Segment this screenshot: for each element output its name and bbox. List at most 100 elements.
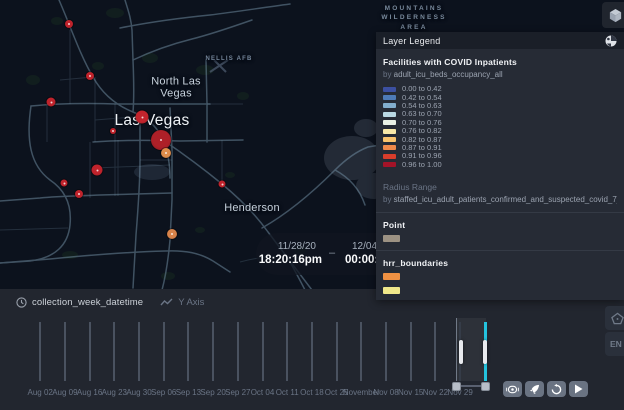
- animation-reset-button[interactable]: [547, 381, 566, 397]
- histogram-bar: [89, 322, 91, 381]
- rocket-icon: [529, 384, 540, 395]
- bin-swatch: [383, 129, 396, 134]
- window-start-handle[interactable]: [452, 382, 461, 391]
- by-label: by: [383, 70, 394, 79]
- bin-swatch: [383, 120, 396, 125]
- radius-range-attribute: by staffed_icu_adult_patients_confirmed_…: [383, 195, 617, 204]
- bin-swatch: [383, 112, 396, 117]
- facility-point[interactable]: [167, 229, 177, 239]
- map-label-las-vegas: Las Vegas: [114, 112, 189, 130]
- layer-legend-title: Layer Legend: [383, 36, 440, 46]
- facility-point[interactable]: [75, 190, 83, 198]
- facility-point[interactable]: [47, 98, 56, 107]
- facility-point[interactable]: [151, 130, 171, 150]
- histogram-bar: [410, 322, 412, 381]
- bin-label: 0.00 to 0.42: [402, 85, 442, 93]
- globe-icon[interactable]: [605, 35, 617, 47]
- axis-tick-label: Nov 22: [423, 388, 448, 397]
- hrr-boundaries-swatch-2: [383, 287, 400, 294]
- attribute-name: adult_icu_beds_occupancy_all: [394, 70, 503, 79]
- histogram-bar: [434, 322, 436, 381]
- time-start-date: 11/28/20: [256, 241, 316, 252]
- axis-tick-label: Oct 11: [276, 388, 299, 397]
- axis-tick-label: Sep 27: [225, 388, 250, 397]
- axis-tick-label: Sep 13: [176, 388, 201, 397]
- legend-layer1-attribute: by adult_icu_beds_occupancy_all: [383, 70, 617, 79]
- histogram-bar: [286, 322, 288, 381]
- bin-swatch: [383, 145, 396, 150]
- histogram-bar: [212, 322, 214, 381]
- brush-left-edge: [456, 318, 457, 381]
- draw-polygon-button[interactable]: [605, 306, 624, 330]
- app-window: MUDDY MOUNTAINS WILDERNESS AREA NELLIS A…: [0, 0, 624, 410]
- bin-label: 0.96 to 1.00: [402, 161, 442, 169]
- facility-point[interactable]: [65, 20, 73, 28]
- facility-point[interactable]: [86, 72, 94, 80]
- range-start-handle[interactable]: [459, 340, 463, 364]
- axis-tick-label: Aug 09: [52, 388, 77, 397]
- histogram-bar: [138, 322, 140, 381]
- axis-tick-label: Sep 06: [151, 388, 176, 397]
- facility-point[interactable]: [136, 111, 149, 124]
- 3d-map-toggle-button[interactable]: [602, 2, 624, 28]
- legend-layer2-name: Point: [383, 220, 617, 230]
- histogram-bar: [187, 322, 189, 381]
- layer-legend-header[interactable]: Layer Legend: [376, 32, 624, 49]
- reset-loop-icon: [551, 384, 562, 395]
- bin-swatch: [383, 154, 396, 159]
- facility-point[interactable]: [219, 181, 226, 188]
- map-label-nellis-afb: NELLIS AFB: [205, 56, 252, 62]
- legend-layer3-name: hrr_boundaries: [383, 258, 617, 268]
- axis-tick-label: Aug 30: [126, 388, 151, 397]
- hrr-boundaries-swatch-1: [383, 273, 400, 280]
- attribute-name: staffed_icu_adult_patients_confirmed_and…: [394, 195, 617, 204]
- layer-legend-panel: Layer Legend Facilities with COVID Inpat…: [376, 32, 624, 300]
- range-end-handle[interactable]: [483, 340, 487, 364]
- legend-color-scale: 0.00 to 0.420.42 to 0.540.54 to 0.630.63…: [383, 85, 617, 169]
- axis-tick-label: Aug 02: [28, 388, 53, 397]
- axis-tick-label: Sep 20: [200, 388, 225, 397]
- by-label: by: [383, 195, 394, 204]
- facility-point[interactable]: [161, 148, 171, 158]
- histogram-bar: [385, 322, 387, 381]
- histogram-bar: [237, 322, 239, 381]
- histogram-bar: [262, 322, 264, 381]
- anchor-window-icon: [506, 385, 519, 394]
- window-end-handle[interactable]: [481, 382, 490, 391]
- divider: [376, 212, 624, 213]
- bin-swatch: [383, 95, 396, 100]
- time-widget-panel: collection_week_datetime Y Axis Aug 02Au…: [0, 289, 624, 410]
- facility-point[interactable]: [61, 180, 68, 187]
- animation-window-mode-button[interactable]: [503, 381, 522, 397]
- axis-tick-label: Nov 15: [398, 388, 423, 397]
- axis-tick-label: Oct 04: [251, 388, 275, 397]
- bin-swatch: [383, 137, 396, 142]
- facility-point[interactable]: [92, 165, 103, 176]
- histogram-bar: [360, 322, 362, 381]
- histogram-bar: [39, 322, 41, 381]
- divider: [376, 250, 624, 251]
- legend-layer1-name: Facilities with COVID Inpatients: [383, 57, 617, 67]
- histogram-bar: [311, 322, 313, 381]
- polygon-icon: [611, 312, 624, 325]
- layer-legend-body: Facilities with COVID Inpatients by adul…: [376, 49, 624, 294]
- bin-swatch: [383, 103, 396, 108]
- radius-range-title: Radius Range: [383, 182, 617, 192]
- axis-tick-label: Nov 08: [373, 388, 398, 397]
- bin-label: 0.76 to 0.82: [402, 127, 442, 135]
- map-label-north-las-vegas: North Las Vegas: [151, 77, 201, 100]
- map-label-wilderness-area: MUDDY MOUNTAINS WILDERNESS AREA: [381, 0, 446, 32]
- time-start-time: 18:20:16pm: [256, 254, 322, 266]
- animation-speed-button[interactable]: [525, 381, 544, 397]
- point-layer-swatch: [383, 235, 400, 242]
- play-icon: [574, 384, 583, 394]
- axis-tick-label: Aug 16: [77, 388, 102, 397]
- animation-play-button[interactable]: [569, 381, 588, 397]
- time-separator: –: [329, 247, 335, 259]
- bin-swatch: [383, 162, 396, 167]
- histogram-bar: [113, 322, 115, 381]
- legend-bin-row: 0.96 to 1.00: [383, 161, 617, 169]
- facility-point[interactable]: [110, 128, 116, 134]
- histogram-bar: [64, 322, 66, 381]
- locale-button[interactable]: EN: [605, 332, 624, 356]
